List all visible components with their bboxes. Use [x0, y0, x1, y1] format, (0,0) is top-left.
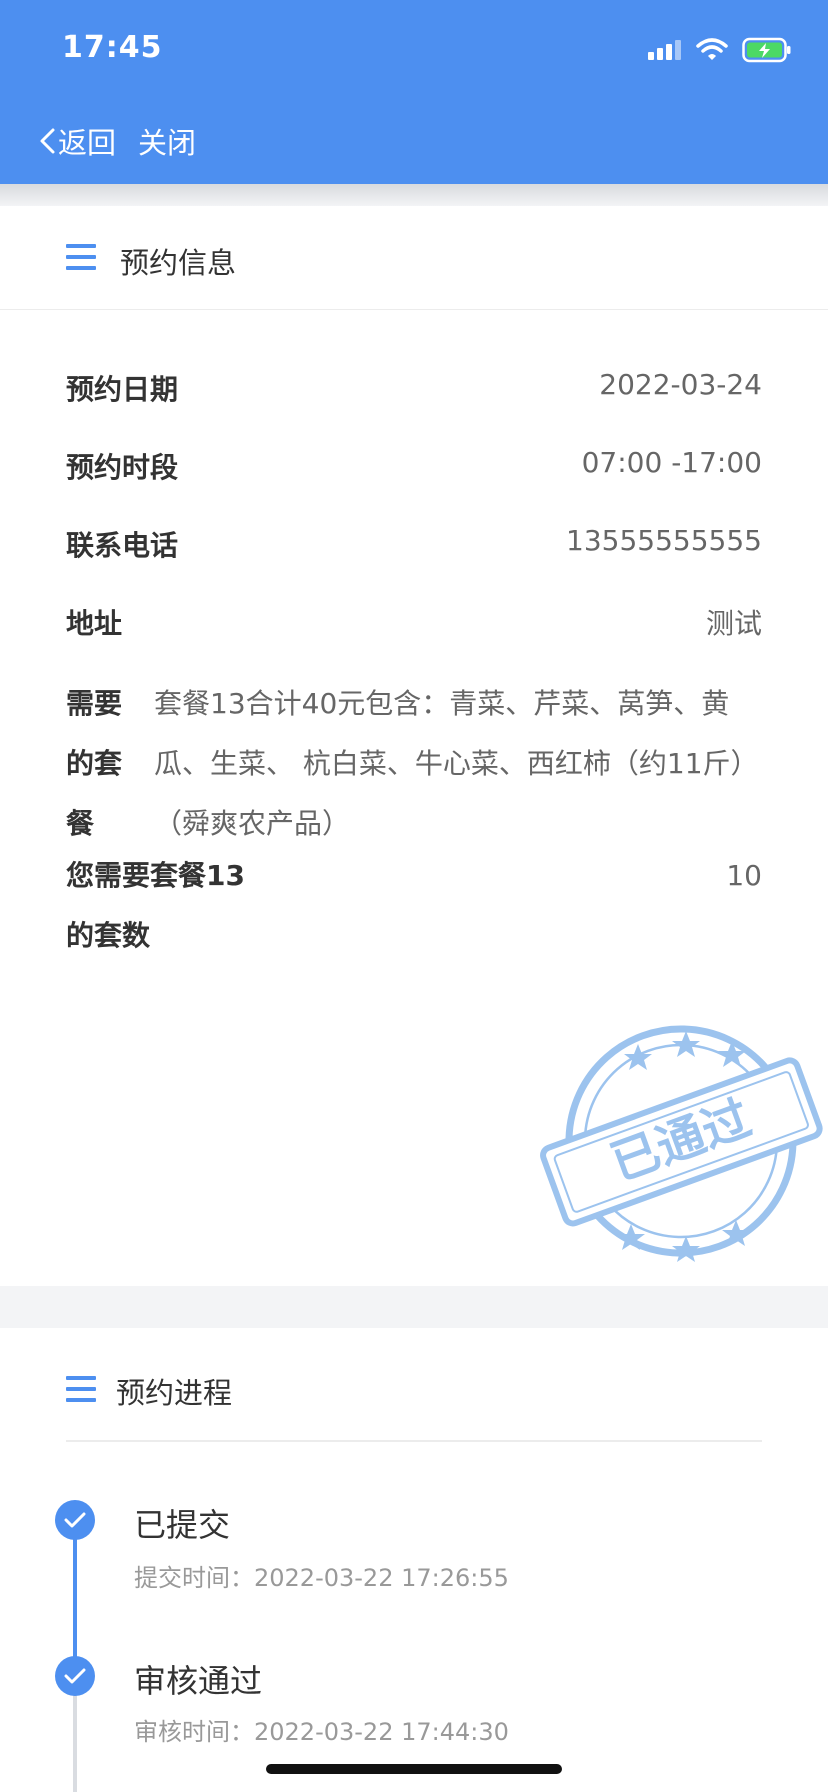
back-label: 返回	[58, 126, 117, 160]
step-time: 审核时间：2022-03-22 17:44:30	[134, 1718, 509, 1746]
step-title: 审核通过	[134, 1662, 263, 1700]
timeline-step-dot	[55, 1500, 95, 1540]
timeline-step-dot	[55, 1656, 95, 1696]
signal-icon	[648, 40, 681, 60]
info-value: 测试	[705, 607, 762, 640]
info-value: 套餐13合计40元包含：青菜、芹菜、莴笋、黄瓜、生菜、 杭白菜、牛心菜、西红柿（…	[154, 687, 759, 840]
info-value: 10	[726, 859, 762, 892]
check-icon	[64, 1668, 86, 1684]
info-label: 您需要套餐13的套数	[66, 859, 245, 952]
header-shadow	[0, 184, 828, 206]
step-title: 已提交	[134, 1506, 231, 1544]
info-label: 需要的套餐	[66, 687, 123, 840]
timeline-line	[73, 1690, 77, 1792]
chevron-left-icon	[40, 128, 55, 154]
info-value: 07:00 -17:00	[581, 446, 762, 479]
progress-card: 预约进程 已提交 提交时间：2022-03-22 17:26:55 审核通过 审…	[0, 1328, 828, 1792]
info-value: 2022-03-24	[599, 368, 762, 401]
home-indicator[interactable]	[266, 1764, 562, 1774]
info-label: 联系电话	[66, 529, 179, 562]
menu-icon	[66, 1376, 96, 1402]
progress-title: 预约进程	[116, 1376, 233, 1410]
info-row-count: 您需要套餐13的套数 10	[66, 846, 762, 986]
wifi-icon	[696, 38, 728, 60]
booking-info-card: 预约信息 预约日期 2022-03-24 预约时段 07:00 -17:00 联…	[0, 206, 828, 1286]
booking-info-title: 预约信息	[120, 246, 237, 280]
status-time: 17:45	[62, 30, 163, 65]
approved-stamp-icon: 已通过	[540, 1025, 823, 1262]
back-button[interactable]: 返回	[38, 120, 116, 162]
close-button[interactable]: 关闭	[138, 120, 196, 162]
info-label: 预约日期	[66, 373, 179, 406]
nav-bar: 返回 关闭	[38, 120, 196, 162]
step-time: 提交时间：2022-03-22 17:26:55	[134, 1564, 509, 1592]
info-row-package: 需要的套餐 套餐13合计40元包含：青菜、芹菜、莴笋、黄瓜、生菜、 杭白菜、牛心…	[66, 674, 762, 854]
info-label: 预约时段	[66, 451, 179, 484]
divider	[66, 1440, 762, 1442]
info-value[interactable]: 13555555555	[566, 524, 762, 557]
check-icon	[64, 1512, 86, 1528]
status-icons	[646, 34, 792, 66]
top-bar: 17:45 返回 关闭	[0, 0, 828, 184]
battery-icon	[742, 37, 791, 63]
menu-icon	[66, 244, 96, 270]
info-label: 地址	[66, 607, 123, 640]
booking-info-header: 预约信息	[0, 206, 828, 310]
